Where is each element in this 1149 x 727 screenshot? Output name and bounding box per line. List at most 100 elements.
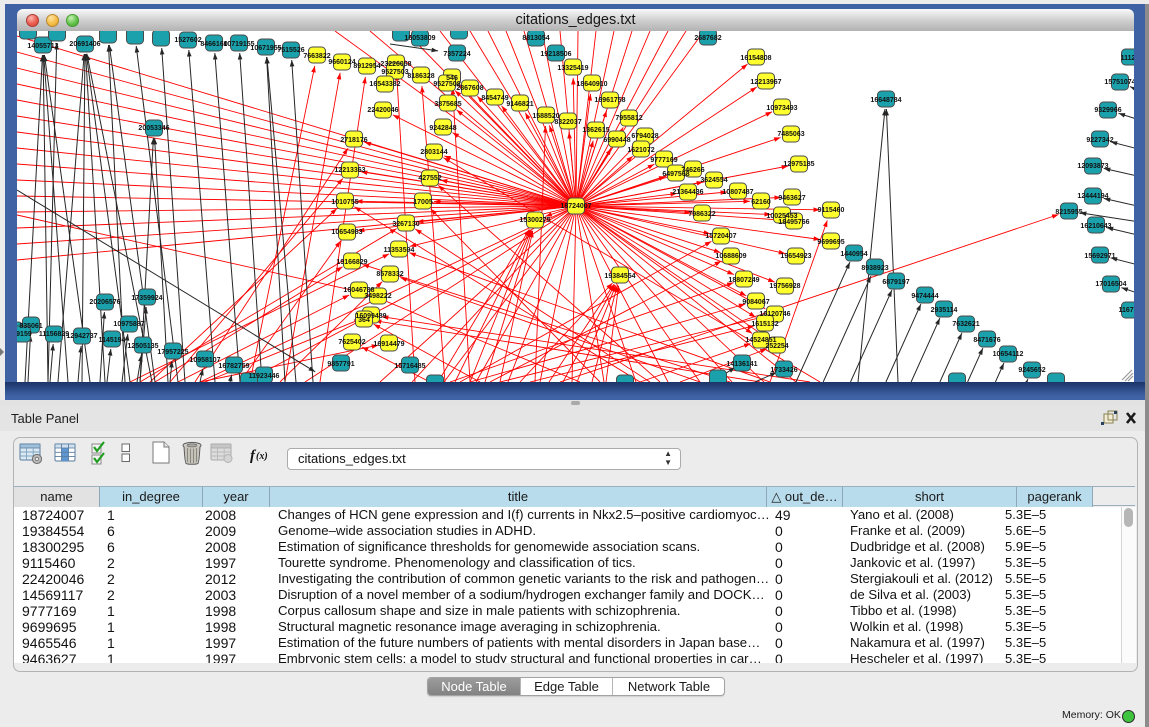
- svg-text:1362615: 1362615: [582, 127, 609, 134]
- svg-text:9329966: 9329966: [1094, 107, 1121, 114]
- svg-text:12444194: 12444194: [1077, 193, 1108, 200]
- svg-text:2803144: 2803144: [420, 149, 447, 156]
- svg-text:8912954: 8912954: [353, 63, 380, 70]
- svg-text:9699695: 9699695: [817, 239, 844, 246]
- svg-text:15720407: 15720407: [705, 233, 736, 240]
- svg-text:10807487: 10807487: [722, 189, 753, 196]
- svg-text:2935114: 2935114: [931, 307, 958, 314]
- svg-text:9242848: 9242848: [429, 125, 456, 132]
- svg-text:7986322: 7986322: [688, 211, 715, 218]
- svg-text:8578332: 8578332: [376, 271, 403, 278]
- svg-text:20206576: 20206576: [89, 299, 120, 306]
- svg-text:22420046: 22420046: [367, 107, 398, 114]
- svg-text:7955812: 7955812: [615, 115, 642, 122]
- svg-text:20691406: 20691406: [69, 41, 100, 48]
- svg-text:9227342: 9227342: [1086, 137, 1113, 144]
- svg-text:7357224: 7357224: [443, 51, 470, 58]
- svg-text:9084067: 9084067: [742, 299, 769, 306]
- svg-text:16154808: 16154808: [740, 55, 771, 62]
- svg-text:17957225: 17957225: [157, 349, 188, 356]
- svg-text:9777169: 9777169: [650, 157, 677, 164]
- svg-text:21364436: 21364436: [672, 189, 703, 196]
- svg-text:16210643: 16210643: [1080, 223, 1111, 230]
- svg-text:39159: 39159: [17, 331, 32, 338]
- svg-text:7625402: 7625402: [338, 339, 365, 346]
- svg-text:16648784: 16648784: [870, 97, 901, 104]
- svg-text:18495766: 18495766: [778, 219, 809, 226]
- svg-text:3498222: 3498222: [364, 293, 391, 300]
- svg-text:3875685: 3875685: [434, 101, 461, 108]
- svg-text:1145194: 1145194: [99, 337, 126, 344]
- svg-text:427552: 427552: [418, 175, 441, 182]
- svg-text:18640910: 18640910: [576, 81, 607, 88]
- svg-text:9463627: 9463627: [778, 195, 805, 202]
- svg-text:6497568: 6497568: [662, 171, 689, 178]
- svg-text:9857791: 9857791: [327, 361, 354, 368]
- svg-text:835061: 835061: [19, 323, 42, 330]
- svg-text:11353594: 11353594: [384, 247, 415, 254]
- svg-text:10975887: 10975887: [113, 321, 144, 328]
- svg-text:14055713: 14055713: [27, 43, 58, 50]
- svg-text:364: 364: [358, 317, 370, 324]
- svg-text:23226058: 23226058: [380, 61, 411, 68]
- svg-text:18724007: 18724007: [560, 203, 591, 210]
- svg-text:(x): (x): [256, 451, 268, 462]
- svg-text:7485063: 7485063: [777, 131, 804, 138]
- svg-text:6794028: 6794028: [631, 133, 658, 140]
- svg-text:16053809: 16053809: [404, 35, 435, 42]
- svg-text:10973493: 10973493: [766, 105, 797, 112]
- svg-text:18807249: 18807249: [728, 277, 759, 284]
- svg-text:12213363: 12213363: [334, 167, 365, 174]
- svg-text:15300275: 15300275: [519, 217, 550, 224]
- svg-text:11124: 11124: [1121, 55, 1134, 62]
- svg-text:1615132: 1615132: [751, 321, 778, 328]
- svg-text:12505135: 12505135: [127, 343, 158, 350]
- svg-text:10958107: 10958107: [189, 357, 220, 364]
- svg-text:15692971: 15692971: [1084, 253, 1115, 260]
- svg-text:8471676: 8471676: [973, 337, 1000, 344]
- svg-text:8186328: 8186328: [407, 73, 434, 80]
- svg-text:12975185: 12975185: [783, 161, 814, 168]
- svg-text:9245652: 9245652: [1018, 367, 1045, 374]
- svg-text:8813054: 8813054: [522, 35, 549, 42]
- svg-text:7663822: 7663822: [303, 53, 330, 60]
- svg-text:3624554: 3624554: [700, 177, 727, 184]
- svg-text:9527503: 9527503: [381, 69, 408, 76]
- svg-text:1733426: 1733426: [770, 367, 797, 374]
- svg-text:62160: 62160: [751, 199, 771, 206]
- svg-text:3267130: 3267130: [392, 221, 419, 228]
- svg-text:16120746: 16120746: [759, 311, 790, 318]
- svg-text:12213967: 12213967: [750, 79, 781, 86]
- svg-text:9146821: 9146821: [506, 101, 533, 108]
- svg-text:6990448: 6990448: [603, 137, 630, 144]
- svg-text:9474444: 9474444: [911, 293, 938, 300]
- svg-text:9660124: 9660124: [328, 59, 355, 66]
- svg-text:16961758: 16961758: [594, 97, 625, 104]
- svg-text:16782759: 16782759: [218, 363, 249, 370]
- svg-text:15716485: 15716485: [394, 363, 425, 370]
- svg-text:9115460: 9115460: [818, 207, 845, 214]
- svg-text:13325419: 13325419: [557, 65, 588, 72]
- svg-text:19166829: 19166829: [336, 259, 367, 266]
- svg-text:252254: 252254: [765, 343, 788, 350]
- svg-text:10688609: 10688609: [715, 253, 746, 260]
- svg-text:19218506: 19218506: [540, 51, 571, 58]
- svg-text:2687682: 2687682: [694, 35, 721, 42]
- svg-text:116753: 116753: [1119, 307, 1134, 314]
- svg-text:17005: 17005: [413, 199, 433, 206]
- svg-text:12093873: 12093873: [1077, 163, 1108, 170]
- svg-text:8938923: 8938923: [861, 265, 888, 272]
- svg-text:6879197: 6879197: [882, 279, 909, 286]
- svg-text:19654923: 19654923: [780, 253, 811, 260]
- svg-text:7515526: 7515526: [277, 47, 304, 54]
- svg-text:17359924: 17359924: [131, 295, 162, 302]
- svg-text:2718176: 2718176: [340, 137, 367, 144]
- svg-text:20053346: 20053346: [138, 125, 169, 132]
- svg-text:16543382: 16543382: [369, 81, 400, 88]
- svg-text:8215955: 8215955: [1055, 209, 1082, 216]
- svg-text:1440954: 1440954: [840, 251, 867, 258]
- svg-text:10654983: 10654983: [331, 229, 362, 236]
- svg-text:1527602: 1527602: [174, 37, 201, 44]
- svg-text:17016504: 17016504: [1095, 281, 1126, 288]
- svg-text:19384554: 19384554: [604, 273, 635, 280]
